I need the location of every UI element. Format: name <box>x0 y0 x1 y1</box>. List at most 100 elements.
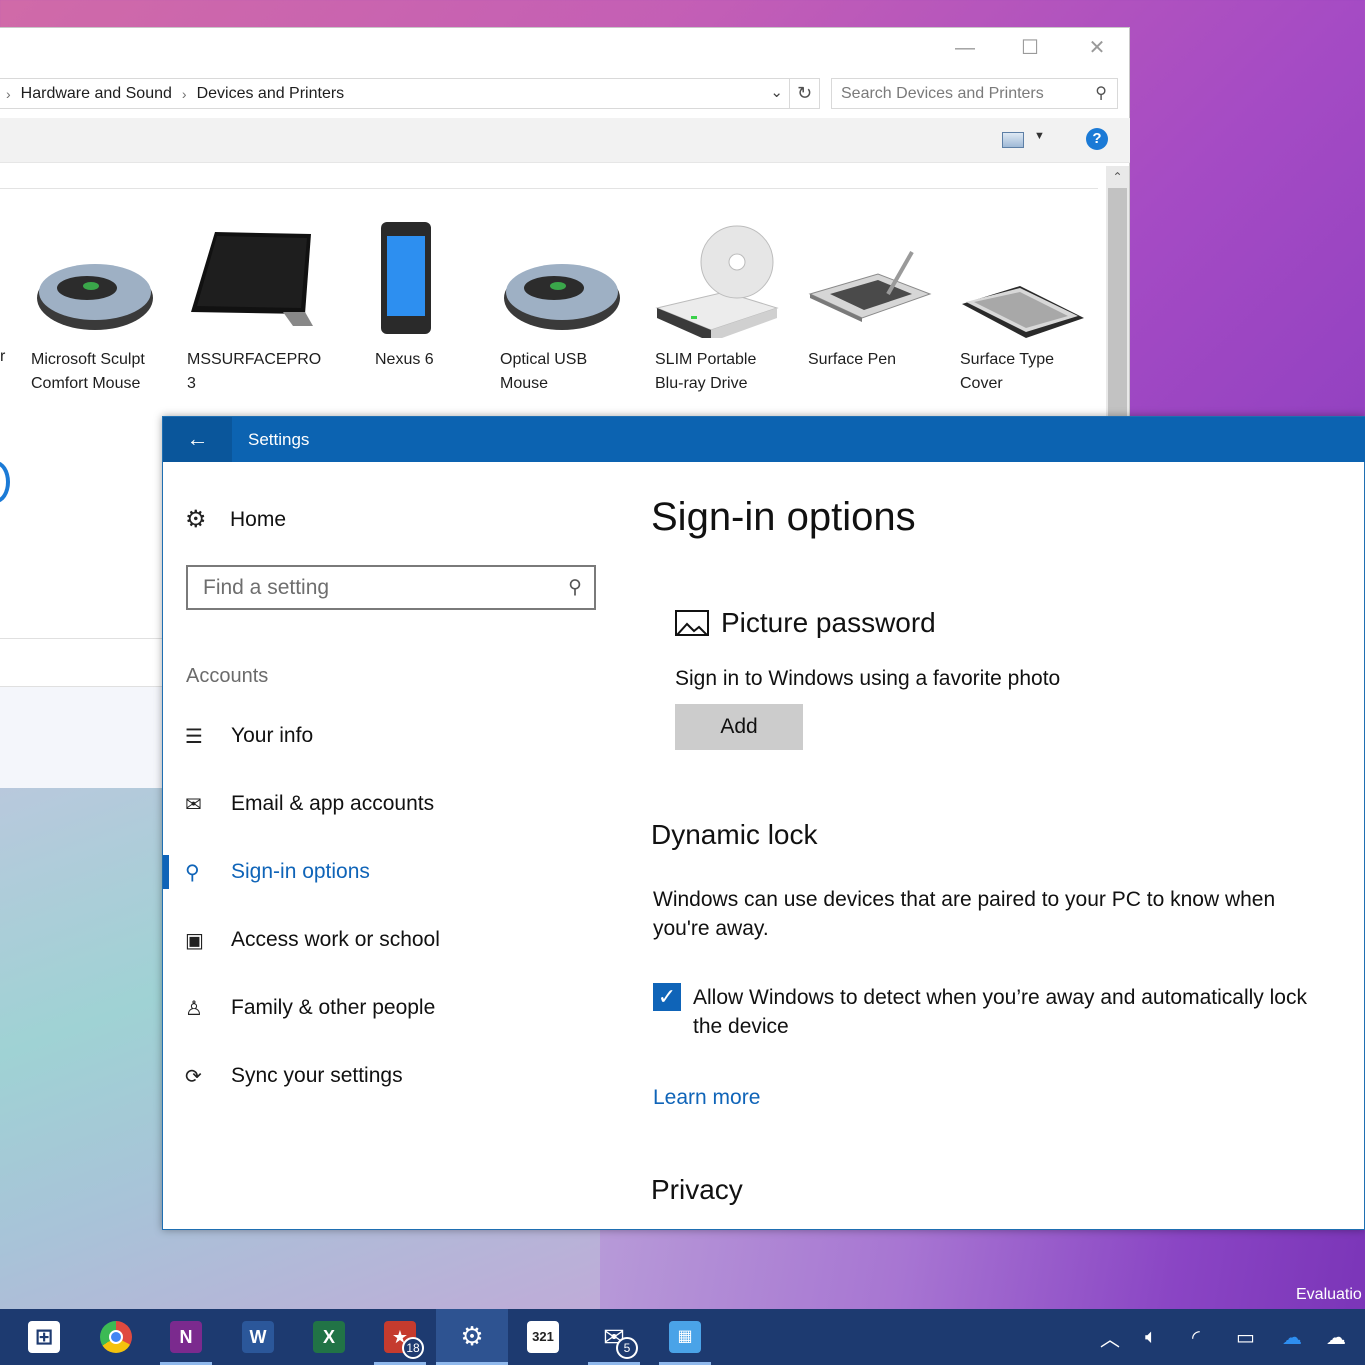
tablet-icon <box>191 232 313 326</box>
maximize-button[interactable]: ☐ <box>1010 36 1050 60</box>
details-band <box>0 686 165 788</box>
taskbar-excel[interactable]: X <box>293 1309 365 1365</box>
sync-icon: ⟳ <box>185 1065 202 1088</box>
nav-item-label: Email & app accounts <box>231 792 435 815</box>
nav-home[interactable]: ⚙ Home <box>185 505 286 534</box>
breadcrumb-chevron-icon: › <box>181 85 187 102</box>
notification-badge: 5 <box>616 1337 638 1359</box>
nav-section-accounts: Accounts <box>186 665 269 687</box>
taskbar-chrome[interactable] <box>80 1309 152 1365</box>
onenote-icon: N <box>170 1321 202 1353</box>
taskbar-onenote[interactable]: N <box>150 1309 222 1365</box>
keyboard-icon <box>962 286 1084 338</box>
nav-item-your-info[interactable]: ☰ Your info <box>185 719 313 753</box>
device-item[interactable]: Surface Type Cover <box>960 218 1100 392</box>
notification-badge: 18 <box>402 1337 424 1359</box>
taskbar-mail[interactable]: ✉ 5 <box>578 1309 650 1365</box>
device-label: Surface Type Cover <box>960 351 1054 392</box>
battery-icon: ▭ <box>1236 1326 1255 1349</box>
view-dropdown-icon[interactable]: ▼ <box>1034 130 1045 142</box>
minimize-button[interactable]: — <box>945 36 985 60</box>
taskbar-calendar[interactable]: 321 <box>507 1309 579 1365</box>
back-arrow-icon[interactable]: ← <box>163 417 232 462</box>
device-label: Microsoft Sculpt Comfort Mouse <box>31 351 145 392</box>
nav-item-label: Sign-in options <box>231 860 370 883</box>
battery-tray[interactable]: ▭ <box>1236 1309 1255 1365</box>
command-bar: ▼ ? <box>0 118 1130 163</box>
star-icon: ★ 18 <box>384 1321 424 1359</box>
chrome-icon <box>100 1321 132 1353</box>
picture-icon <box>675 610 709 636</box>
network-tray[interactable]: ◜ <box>1192 1309 1200 1365</box>
refresh-icon[interactable]: ↻ <box>789 79 819 108</box>
nav-item-access-work[interactable]: ▣ Access work or school <box>185 923 440 957</box>
add-person-icon: ♙ <box>185 997 203 1020</box>
mouse-icon <box>504 264 620 330</box>
onedrive-business-tray[interactable]: ☁ <box>1282 1309 1302 1365</box>
device-item[interactable]: MSSURFACEPRO 3 <box>187 218 327 392</box>
breadcrumb-chevron-icon: › <box>6 85 11 102</box>
gear-icon: ⚙ <box>185 506 207 533</box>
volume-tray[interactable]: 🔈︎ <box>1145 1309 1157 1365</box>
chevron-up-icon: ︿ <box>1100 1328 1120 1351</box>
dynamic-lock-checkbox[interactable]: ✓ <box>653 983 681 1011</box>
search-icon: ⚲ <box>1095 85 1107 102</box>
wifi-icon: ◜ <box>1192 1326 1200 1349</box>
device-item[interactable]: SLIM Portable Blu-ray Drive <box>655 218 795 392</box>
breadcrumb-devices-and-printers[interactable]: Devices and Printers <box>197 85 345 103</box>
scroll-up-icon[interactable]: ⌃ <box>1106 170 1129 184</box>
device-item[interactable]: Nexus 6 <box>375 218 515 368</box>
device-label: SLIM Portable Blu-ray Drive <box>655 351 757 392</box>
device-item[interactable]: Microsoft Sculpt Comfort Mouse <box>31 218 171 392</box>
start-button[interactable]: ⊞ <box>8 1309 80 1365</box>
show-hidden-icons[interactable]: ︿ <box>1100 1309 1120 1365</box>
group-divider <box>0 188 1098 189</box>
breadcrumb-hardware-and-sound[interactable]: Hardware and Sound <box>21 85 172 103</box>
taskbar-word[interactable]: W <box>222 1309 294 1365</box>
dynamic-lock-checkbox-label[interactable]: Allow Windows to detect when you’re away… <box>693 983 1313 1041</box>
close-button[interactable]: ✕ <box>1077 36 1117 60</box>
nav-item-label: Access work or school <box>231 928 440 951</box>
dynamic-lock-description: Windows can use devices that are paired … <box>653 888 1276 940</box>
control-panel-icon: ▦ <box>669 1321 701 1353</box>
briefcase-icon: ▣ <box>185 929 204 952</box>
taskbar-wunderlist[interactable]: ★ 18 <box>364 1309 436 1365</box>
add-picture-password-button[interactable]: Add <box>675 704 803 750</box>
partial-device-label: r <box>0 348 6 365</box>
nav-item-email-accounts[interactable]: ✉ Email & app accounts <box>185 787 434 821</box>
picture-password-title: Picture password <box>721 607 936 638</box>
vertical-scrollbar[interactable]: ⌃ <box>1106 166 1129 446</box>
details-pane <box>0 421 165 788</box>
address-bar[interactable]: › Hardware and Sound › Devices and Print… <box>0 78 820 109</box>
nav-item-family[interactable]: ♙ Family & other people <box>185 991 435 1025</box>
word-icon: W <box>242 1321 274 1353</box>
onedrive-personal-tray[interactable]: ☁ <box>1326 1309 1346 1365</box>
mail-icon: ✉ <box>185 793 202 816</box>
windows-logo-icon: ⊞ <box>28 1321 60 1353</box>
wallpaper-lower-right <box>600 1225 1365 1310</box>
picture-password-heading: Picture password <box>675 607 936 639</box>
change-view-icon[interactable] <box>1002 132 1024 148</box>
mail-icon: ✉ 5 <box>598 1321 638 1359</box>
device-label: Nexus 6 <box>375 351 434 368</box>
optical-drive-icon <box>655 225 779 342</box>
device-item[interactable]: Surface Pen <box>808 218 948 368</box>
address-dropdown-icon[interactable]: ⌄ <box>770 83 783 101</box>
explorer-search-input[interactable]: Search Devices and Printers ⚲ <box>831 78 1118 109</box>
taskbar-settings[interactable]: ⚙ <box>436 1309 508 1365</box>
privacy-heading: Privacy <box>651 1174 743 1205</box>
help-icon[interactable]: ? <box>1086 128 1108 150</box>
explorer-search-placeholder: Search Devices and Printers <box>841 85 1044 102</box>
onedrive-personal-icon: ☁ <box>1326 1326 1346 1349</box>
nav-home-label: Home <box>230 507 287 531</box>
device-item[interactable]: Optical USB Mouse <box>500 218 640 392</box>
find-setting-input[interactable]: Find a setting ⚲ <box>186 565 596 610</box>
taskbar-control-panel[interactable]: ▦ <box>649 1309 721 1365</box>
nav-item-sync[interactable]: ⟳ Sync your settings <box>185 1059 403 1093</box>
mouse-icon <box>37 264 153 330</box>
find-setting-placeholder: Find a setting <box>203 576 330 599</box>
key-icon: ⚲ <box>185 861 200 884</box>
scroll-thumb[interactable] <box>1108 188 1127 446</box>
nav-item-sign-in-options[interactable]: ⚲ Sign-in options <box>185 855 370 889</box>
learn-more-link[interactable]: Learn more <box>653 1086 760 1110</box>
